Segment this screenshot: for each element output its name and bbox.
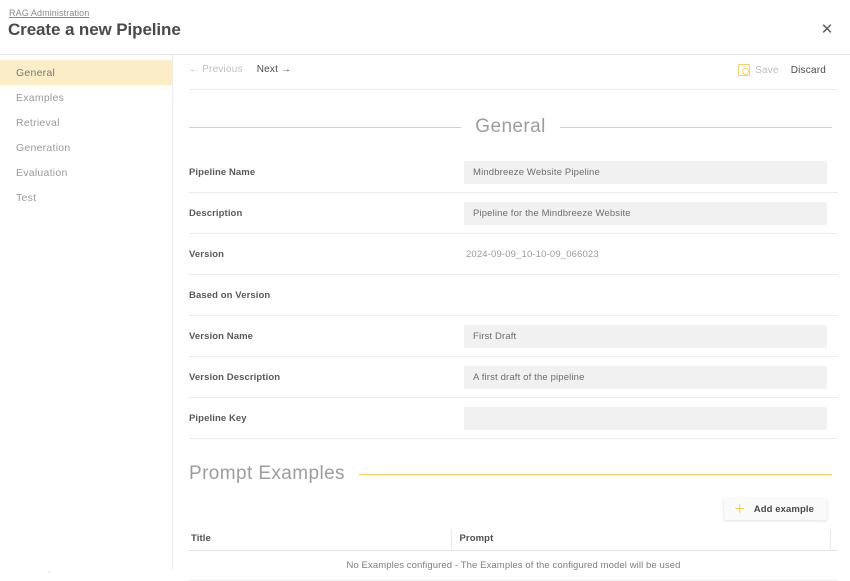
- wizard-toolbar: ← Previous Next → Save Discard: [189, 55, 838, 90]
- previous-button[interactable]: ← Previous: [189, 64, 243, 75]
- page-title: Create a new Pipeline: [8, 20, 181, 39]
- wizard-nav-group: ← Previous Next →: [189, 64, 291, 75]
- field-label: Version: [189, 248, 225, 260]
- save-button-label: Save: [755, 64, 779, 76]
- empty-state-message: No Examples configured - The Examples of…: [189, 550, 838, 581]
- divider-rule-right: [559, 126, 832, 128]
- sidebar-item-retrieval[interactable]: Retrieval: [0, 110, 172, 135]
- field-row-version-name: Version Name: [189, 316, 838, 357]
- version-value: 2024-09-09_10-10-09_066023: [466, 248, 599, 260]
- plus-icon: ＋: [733, 502, 746, 516]
- sidebar-item-label: Retrieval: [16, 116, 60, 129]
- table-header-row: Title Prompt: [189, 529, 838, 551]
- sidebar-item-generation[interactable]: Generation: [0, 135, 172, 160]
- field-row-description: Description: [189, 193, 838, 234]
- column-header-title[interactable]: Title: [189, 529, 451, 551]
- field-label: Version Name: [189, 330, 254, 342]
- divider-rule-right: [358, 473, 832, 475]
- save-button[interactable]: Save: [738, 64, 779, 76]
- close-icon[interactable]: ✕: [816, 18, 838, 40]
- pipeline-name-input[interactable]: [464, 160, 827, 184]
- sidebar-item-label: Generation: [16, 141, 71, 154]
- sidebar-item-general[interactable]: General: [0, 60, 172, 85]
- breadcrumb[interactable]: RAG Administration: [9, 8, 89, 18]
- sidebar-item-test[interactable]: Test: [0, 185, 172, 210]
- table-row-empty: No Examples configured - The Examples of…: [189, 550, 838, 581]
- divider-rule-left: [189, 126, 462, 128]
- main-panel: ← Previous Next → Save Discard General P…: [173, 55, 850, 581]
- field-label: Description: [189, 207, 243, 219]
- prompt-examples-heading: Prompt Examples: [189, 463, 832, 485]
- wizard-action-group: Save Discard: [738, 64, 826, 76]
- sidebar-item-label: Test: [16, 191, 37, 204]
- sidebar-item-label: Examples: [16, 91, 65, 104]
- sidebar-item-evaluation[interactable]: Evaluation: [0, 160, 172, 185]
- save-disk-icon: [738, 64, 751, 76]
- version-description-input[interactable]: [464, 365, 827, 389]
- general-section-title: General: [475, 116, 546, 137]
- sidebar-item-examples[interactable]: Examples: [0, 85, 172, 110]
- column-header-actions: [829, 529, 838, 551]
- dialog-header: RAG Administration Create a new Pipeline…: [0, 0, 850, 55]
- add-example-button[interactable]: ＋ Add example: [723, 498, 827, 520]
- discard-button[interactable]: Discard: [791, 65, 826, 76]
- field-row-version-description: Version Description: [189, 357, 838, 398]
- field-label: Based on Version: [189, 289, 271, 301]
- field-row-pipeline-key: Pipeline Key: [189, 398, 838, 439]
- prompt-examples-actions: ＋ Add example: [189, 495, 838, 529]
- sidebar-item-label: General: [16, 66, 56, 79]
- field-label: Version Description: [189, 371, 281, 383]
- general-section-heading: General: [189, 116, 832, 138]
- field-label: Pipeline Key: [189, 412, 247, 424]
- pipeline-key-input[interactable]: [464, 406, 827, 430]
- sidebar: General Examples Retrieval Generation Ev…: [0, 55, 173, 571]
- field-row-pipeline-name: Pipeline Name: [189, 152, 838, 193]
- field-row-based-on-version: Based on Version: [189, 275, 838, 316]
- field-row-version: Version 2024-09-09_10-10-09_066023: [189, 234, 838, 275]
- column-header-prompt[interactable]: Prompt: [450, 529, 830, 551]
- sidebar-item-label: Evaluation: [16, 166, 68, 179]
- add-example-button-label: Add example: [753, 503, 814, 515]
- discard-button-label: Discard: [790, 64, 826, 76]
- next-button[interactable]: Next →: [257, 64, 292, 75]
- field-label: Pipeline Name: [189, 166, 256, 178]
- prompt-examples-title: Prompt Examples: [189, 463, 345, 484]
- general-form: Pipeline Name Description Version 2024-0…: [173, 152, 850, 439]
- prompt-examples-table: Title Prompt No Examples configured - Th…: [189, 529, 838, 581]
- version-name-input[interactable]: [464, 324, 827, 348]
- description-input[interactable]: [464, 201, 827, 225]
